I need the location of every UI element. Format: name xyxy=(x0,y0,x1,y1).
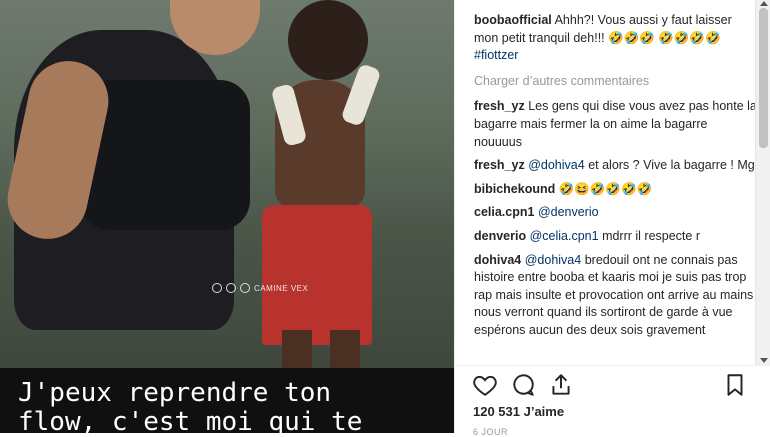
comment-item: dohiva4 @dohiva4 bredouil ont ne connais… xyxy=(474,252,758,340)
comment-item: denverio @celia.cpn1 mdrrr il respecte r xyxy=(474,228,758,246)
child-head xyxy=(288,0,368,80)
comment-text: et alors ? Vive la bagarre ! Mgl xyxy=(588,158,758,173)
instagram-post-view: CAMINE VEX J'peux reprendre ton flow, c'… xyxy=(0,0,770,437)
comment-item: bibichekound 🤣😆🤣🤣🤣🤣 xyxy=(474,181,758,199)
likes-count[interactable]: 120 531 J’aime xyxy=(473,404,564,419)
comment-username[interactable]: bibichekound xyxy=(474,182,555,196)
post-timestamp: 6 JOUR xyxy=(473,427,509,437)
comment-item: fresh_yz Les gens qui dise vous avez pas… xyxy=(474,98,758,151)
divider xyxy=(454,365,770,366)
load-more-comments-link[interactable]: Charger d’autres commentaires xyxy=(474,73,758,91)
watermark-icon xyxy=(212,283,222,293)
comment-mention[interactable]: @dohiva4 xyxy=(525,253,581,267)
hashtag-link[interactable]: #fiottzer xyxy=(474,48,518,62)
watermark-icon xyxy=(226,283,236,293)
post-actions xyxy=(472,372,754,400)
comments-panel: boobaofficial Ahhh?! Vous aussi y faut l… xyxy=(454,0,770,433)
comments-scrollbar[interactable] xyxy=(755,0,770,366)
comment-username[interactable]: fresh_yz xyxy=(474,99,525,113)
comment-mention[interactable]: @denverio xyxy=(538,205,599,219)
scroll-down-icon[interactable] xyxy=(760,358,768,363)
child-shorts xyxy=(262,205,372,345)
comment-item: celia.cpn1 @denverio xyxy=(474,204,758,222)
child-leg xyxy=(282,330,312,370)
author-caption: boobaofficial Ahhh?! Vous aussi y faut l… xyxy=(474,12,758,65)
watermark-icon xyxy=(240,283,250,293)
comments-list[interactable]: boobaofficial Ahhh?! Vous aussi y faut l… xyxy=(474,12,758,364)
bookmark-icon[interactable] xyxy=(722,372,748,398)
watermark-text: CAMINE VEX xyxy=(254,283,309,293)
share-icon[interactable] xyxy=(548,372,574,398)
heart-icon[interactable] xyxy=(472,372,498,398)
photo-watermark: CAMINE VEX xyxy=(212,283,308,293)
image-caption-text: J'peux reprendre ton flow, c'est moi qui… xyxy=(18,378,363,434)
post-image[interactable]: CAMINE VEX J'peux reprendre ton flow, c'… xyxy=(0,0,454,433)
comment-item: fresh_yz @dohiva4 et alors ? Vive la bag… xyxy=(474,157,758,175)
comment-username[interactable]: fresh_yz xyxy=(474,158,525,172)
comment-username[interactable]: celia.cpn1 xyxy=(474,205,534,219)
comment-mention[interactable]: @celia.cpn1 xyxy=(530,229,599,243)
author-username[interactable]: boobaofficial xyxy=(474,13,552,27)
scroll-up-icon[interactable] xyxy=(760,1,768,6)
comment-text: 🤣😆🤣🤣🤣🤣 xyxy=(558,181,653,196)
comment-icon[interactable] xyxy=(510,372,536,398)
child-leg xyxy=(330,330,360,370)
comment-username[interactable]: dohiva4 xyxy=(474,253,521,267)
comment-mention[interactable]: @dohiva4 xyxy=(528,158,584,172)
comment-text: mdrrr il respecte r xyxy=(602,228,700,243)
scrollbar-thumb[interactable] xyxy=(759,8,768,148)
comment-username[interactable]: denverio xyxy=(474,229,526,243)
